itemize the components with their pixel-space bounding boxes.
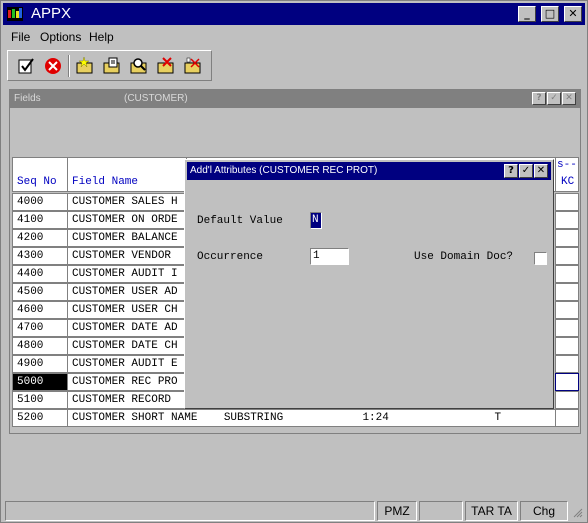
field-name-cell[interactable]: CUSTOMER VENDOR (67, 247, 187, 265)
minimize-button[interactable]: _ (518, 6, 536, 22)
status-panel-chg: Chg (520, 501, 568, 521)
default-value-input[interactable]: N (310, 212, 322, 229)
toolbar-separator (68, 55, 70, 77)
seq-no-cell[interactable]: 5100 (12, 391, 68, 409)
right-cell (555, 229, 579, 247)
appx-logo-icon (7, 7, 23, 21)
right-cell (555, 355, 579, 373)
right-cell (555, 247, 579, 265)
close-folder-icon[interactable] (183, 56, 203, 76)
field-name-cell[interactable]: CUSTOMER REC PRO (67, 373, 187, 391)
dialog-close-button[interactable]: ✕ (534, 164, 548, 178)
seq-no-cell[interactable]: 4700 (12, 319, 68, 337)
close-button[interactable]: ✕ (564, 6, 582, 22)
seq-no-cell[interactable]: 4500 (12, 283, 68, 301)
occurrence-input[interactable]: 1 (310, 248, 349, 265)
field-name-cell[interactable]: CUSTOMER BALANCE (67, 229, 187, 247)
right-cell (555, 337, 579, 355)
dialog-title: Add'l Attributes (CUSTOMER REC PROT) (190, 165, 378, 176)
right-cell (555, 391, 579, 409)
dialog-ok-button[interactable]: ✓ (519, 164, 533, 178)
use-domain-doc-label: Use Domain Doc? (414, 251, 514, 263)
seq-no-cell[interactable]: 4900 (12, 355, 68, 373)
fields-close-button[interactable]: ✕ (562, 92, 576, 105)
check-doc-icon[interactable] (16, 56, 36, 76)
occurrence-label: Occurrence (197, 251, 264, 263)
seq-no-cell[interactable]: 5000 (12, 373, 68, 391)
header-right-top: s-- (557, 159, 577, 171)
fields-subtitle: (CUSTOMER) (124, 93, 188, 104)
status-panel-pmz: PMZ (377, 501, 417, 521)
status-panel-4 (419, 501, 463, 521)
use-domain-doc-checkbox[interactable] (534, 252, 547, 265)
right-cell (555, 301, 579, 319)
field-name-cell[interactable]: CUSTOMER DATE CH (67, 337, 187, 355)
seq-no-cell[interactable]: 4100 (12, 211, 68, 229)
field-name-cell[interactable]: CUSTOMER RECORD (67, 391, 187, 409)
right-cell (555, 409, 579, 427)
addl-attributes-dialog: Add'l Attributes (CUSTOMER REC PROT) ? ✓… (184, 159, 554, 409)
appx-window: APPX _ □ ✕ File Options Help Fields (CUS… (0, 0, 588, 523)
header-field-name: Field Name (67, 157, 187, 192)
edit-folder-icon[interactable] (102, 56, 122, 76)
status-panel-tar: TAR TA (465, 501, 518, 521)
default-value-label: Default Value (197, 215, 283, 227)
fields-ok-button[interactable]: ✓ (547, 92, 561, 105)
field-name-cell[interactable]: CUSTOMER AUDIT E (67, 355, 187, 373)
field-name-cell[interactable]: CUSTOMER SALES H (67, 193, 187, 211)
header-right-bottom: KC (561, 176, 575, 188)
new-folder-icon[interactable] (75, 56, 95, 76)
dialog-help-button[interactable]: ? (504, 164, 518, 178)
window-title: APPX (31, 5, 72, 22)
menu-bar: File Options Help (3, 27, 585, 47)
header-right: s-- KC (555, 157, 579, 192)
fields-title-bar: Fields (CUSTOMER) ? ✓ ✕ (10, 90, 580, 108)
fields-title: Fields (14, 93, 41, 104)
fields-help-button[interactable]: ? (532, 92, 546, 105)
toolbar (7, 50, 212, 81)
header-field-name-label: Field Name (72, 176, 139, 188)
seq-no-cell[interactable]: 4200 (12, 229, 68, 247)
seq-no-cell[interactable]: 4800 (12, 337, 68, 355)
maximize-button[interactable]: □ (541, 6, 559, 22)
resize-grip[interactable] (573, 507, 583, 518)
field-name-cell[interactable]: CUSTOMER SHORT NAME SUBSTRING 1:24 T (67, 409, 556, 427)
field-name-cell[interactable]: CUSTOMER USER CH (67, 301, 187, 319)
menu-options[interactable]: Options (40, 30, 81, 44)
menu-help[interactable]: Help (89, 30, 114, 44)
field-name-cell[interactable]: CUSTOMER ON ORDE (67, 211, 187, 229)
header-seq-label: Seq No (17, 176, 57, 188)
delete-folder-icon[interactable] (156, 56, 176, 76)
seq-no-cell[interactable]: 4600 (12, 301, 68, 319)
seq-no-cell[interactable]: 4000 (12, 193, 68, 211)
dialog-title-bar: Add'l Attributes (CUSTOMER REC PROT) ? ✓… (187, 162, 551, 180)
find-folder-icon[interactable] (129, 56, 149, 76)
right-cell (555, 283, 579, 301)
seq-no-cell[interactable]: 5200 (12, 409, 68, 427)
status-bar: PMZ TAR TA Chg (3, 501, 585, 521)
field-name-cell[interactable]: CUSTOMER USER AD (67, 283, 187, 301)
cancel-icon[interactable] (43, 56, 63, 76)
right-cell (555, 193, 579, 211)
seq-no-cell[interactable]: 4400 (12, 265, 68, 283)
menu-file[interactable]: File (11, 30, 30, 44)
right-cell (555, 211, 579, 229)
right-cell (555, 265, 579, 283)
right-cell (555, 319, 579, 337)
status-panel-1 (5, 501, 375, 521)
seq-no-cell[interactable]: 4300 (12, 247, 68, 265)
right-cell (555, 373, 579, 391)
header-seq-no: Seq No (12, 157, 68, 192)
field-name-cell[interactable]: CUSTOMER DATE AD (67, 319, 187, 337)
title-bar: APPX _ □ ✕ (3, 3, 585, 25)
field-name-cell[interactable]: CUSTOMER AUDIT I (67, 265, 187, 283)
